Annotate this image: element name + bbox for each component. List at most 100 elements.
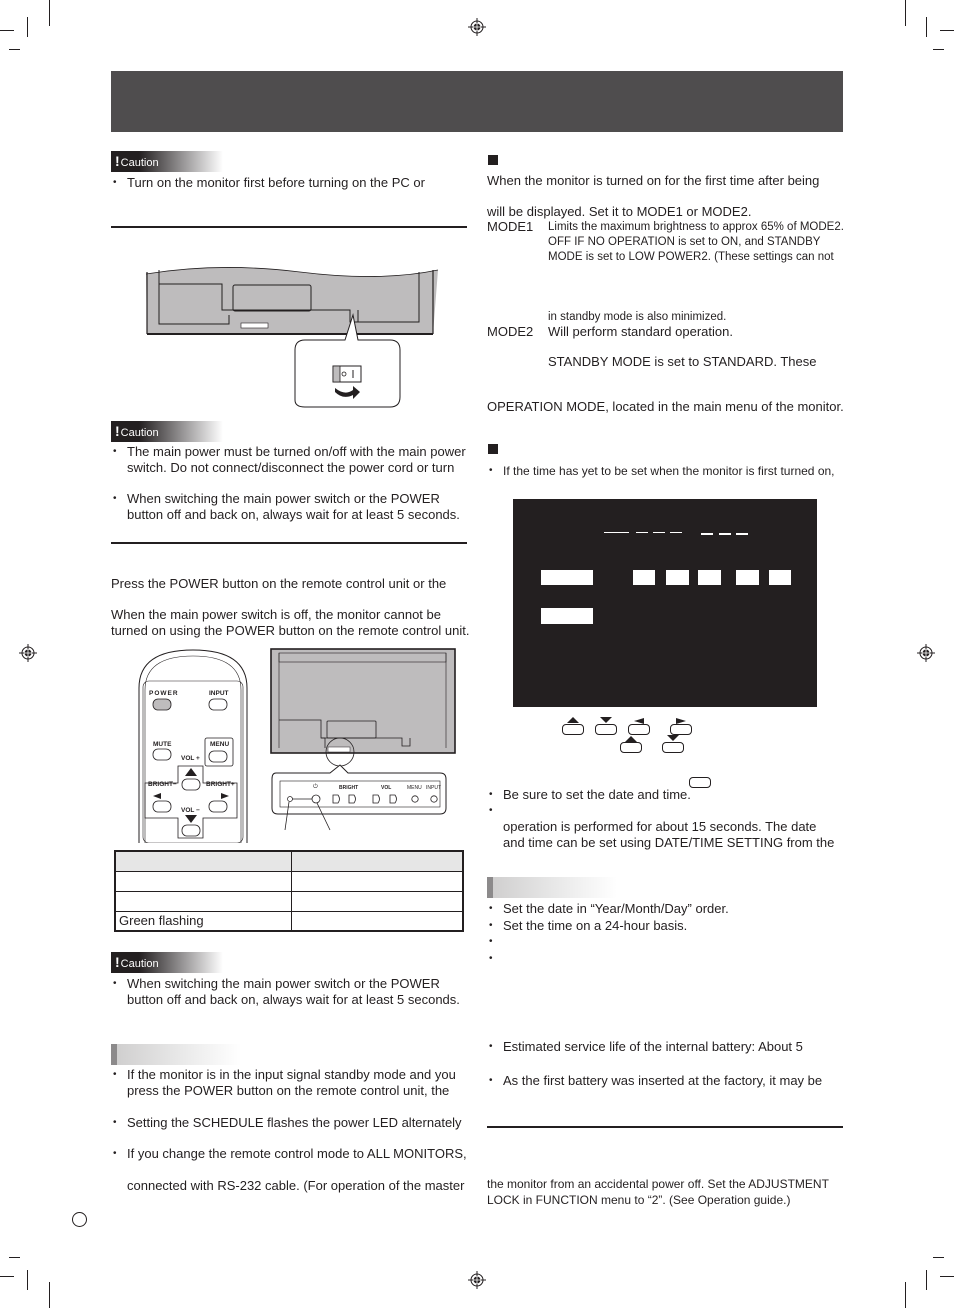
caution-label: !Caution (111, 421, 223, 442)
remote-vol-minus-label: VOL − (181, 807, 200, 814)
tip-bullet: If the monitor is in the input signal st… (113, 1067, 456, 1099)
remote-mute-label: MUTE (153, 741, 172, 748)
osd-title-underline (604, 532, 629, 533)
registration-mark-icon (19, 644, 37, 662)
table-header-row (114, 850, 464, 872)
panel-vol-label: VOL (381, 785, 392, 791)
osd-title-underline (670, 532, 682, 533)
remote-bright-plus-label: BRIGHT+ (206, 781, 235, 788)
panel-menu-label: MENU (407, 785, 422, 791)
vol-up-key-icon (620, 742, 642, 753)
panel-input-label: INPUT (426, 785, 441, 791)
table-row (114, 890, 464, 912)
down-arrow-icon (600, 717, 612, 723)
crop-mark (940, 30, 954, 31)
tips-heading-bar (111, 1044, 241, 1065)
crop-mark (905, 1282, 906, 1308)
page-title-band (111, 71, 843, 132)
vol-down-arrow-icon (667, 735, 679, 741)
osd-title-underline (701, 533, 713, 535)
battery-bullet: Estimated service life of the internal b… (489, 1039, 803, 1055)
panel-bright-label: BRIGHT (339, 785, 359, 791)
section-square-icon (488, 155, 498, 165)
section-divider (111, 226, 467, 228)
crop-mark (933, 1257, 944, 1258)
registration-mark-icon (468, 1271, 486, 1289)
exclamation-icon: ! (115, 423, 120, 439)
crop-mark (926, 17, 927, 37)
remote-vol-plus-label: VOL + (181, 755, 200, 762)
crop-mark (905, 0, 906, 26)
crop-mark (27, 1270, 28, 1290)
mode2-description: Will perform standard operation. STANDBY … (548, 324, 817, 369)
battery-bullet: As the first battery was inserted at the… (489, 1073, 822, 1089)
table-row: Green flashing (114, 910, 464, 932)
osd-date-label (541, 570, 593, 585)
monitor-front-illustration (270, 648, 456, 831)
osd-day-field[interactable] (698, 570, 721, 585)
remote-power-label: POWER (149, 690, 179, 697)
exclamation-icon: ! (115, 153, 120, 169)
monitor-rear-illustration (145, 267, 439, 408)
right-key-icon (670, 724, 692, 735)
crop-mark (9, 49, 20, 50)
mode1-description: Limits the maximum brightness to approx … (548, 221, 844, 323)
crop-mark (940, 1276, 954, 1277)
up-arrow-icon (567, 717, 579, 723)
remote-menu-label: MENU (210, 741, 230, 748)
osd-year-field[interactable] (633, 570, 655, 585)
power-note: When the main power switch is off, the m… (111, 607, 470, 638)
exclamation-icon: ! (115, 954, 120, 970)
operation-mode-footer: OPERATION MODE, located in the main menu… (487, 399, 844, 414)
mode1-label: MODE1 (487, 219, 534, 234)
osd-month-field[interactable] (666, 570, 689, 585)
tip-bullet: Set the date in “Year/Month/Day” order. (489, 901, 729, 917)
tips-heading-bar (487, 877, 617, 898)
mode2-label: MODE2 (487, 324, 534, 339)
caution-bullet: When switching the main power switch or … (113, 491, 460, 523)
crop-mark (9, 1257, 20, 1258)
caution-bullet: Turn on the monitor first before turning… (113, 175, 425, 191)
osd-title-underline (653, 532, 665, 533)
date-time-bullet: Be sure to set the date and time. (489, 787, 691, 803)
left-key-icon (628, 724, 650, 735)
osd-confirm-label (541, 608, 593, 624)
remote-input-label: INPUT (209, 690, 229, 697)
crop-mark (926, 1270, 927, 1290)
osd-title-underline (719, 533, 731, 535)
power-led-table: Green flashing (114, 850, 464, 932)
down-key-icon (595, 724, 617, 735)
crop-mark (49, 1282, 50, 1308)
crop-mark (0, 1276, 14, 1277)
page-number-marker (72, 1212, 87, 1227)
osd-title-underline (736, 533, 748, 535)
tip-bullet: Set the time on a 24-hour basis. (489, 918, 687, 934)
vol-down-key-icon (662, 742, 684, 753)
tip-bullet: Setting the SCHEDULE flashes the power L… (113, 1115, 462, 1131)
section-divider (487, 1126, 843, 1128)
registration-mark-icon (468, 18, 486, 36)
osd-hour-field[interactable] (736, 570, 759, 585)
table-row (114, 870, 464, 892)
caution-bullet: When switching the main power switch or … (113, 976, 460, 1008)
crop-mark (933, 49, 944, 50)
menu-key-icon (689, 777, 711, 788)
crop-mark (49, 0, 50, 26)
section-divider (111, 542, 467, 544)
remote-bright-minus-label: BRIGHT− (148, 781, 177, 788)
caution-bullet: The main power must be turned on/off wit… (113, 444, 466, 476)
date-time-bullet: operation is performed for about 15 seco… (489, 803, 834, 851)
caution-label: !Caution (111, 151, 223, 172)
operation-mode-intro: When the monitor is turned on for the fi… (487, 173, 820, 219)
registration-mark-icon (917, 644, 935, 662)
osd-minute-field[interactable] (769, 570, 791, 585)
osd-title-underline (636, 532, 648, 533)
date-time-intro-bullet: If the time has yet to be set when the m… (489, 463, 834, 479)
tip-bullet: If you change the remote control mode to… (113, 1146, 467, 1194)
caution-label: !Caution (111, 952, 223, 973)
section-square-icon (488, 444, 498, 454)
panel-power-icon: ⏻ (313, 784, 318, 790)
date-time-osd-screen (513, 499, 817, 707)
adjustment-lock-text: the monitor from an accidental power off… (487, 1177, 829, 1207)
up-key-icon (562, 724, 584, 735)
